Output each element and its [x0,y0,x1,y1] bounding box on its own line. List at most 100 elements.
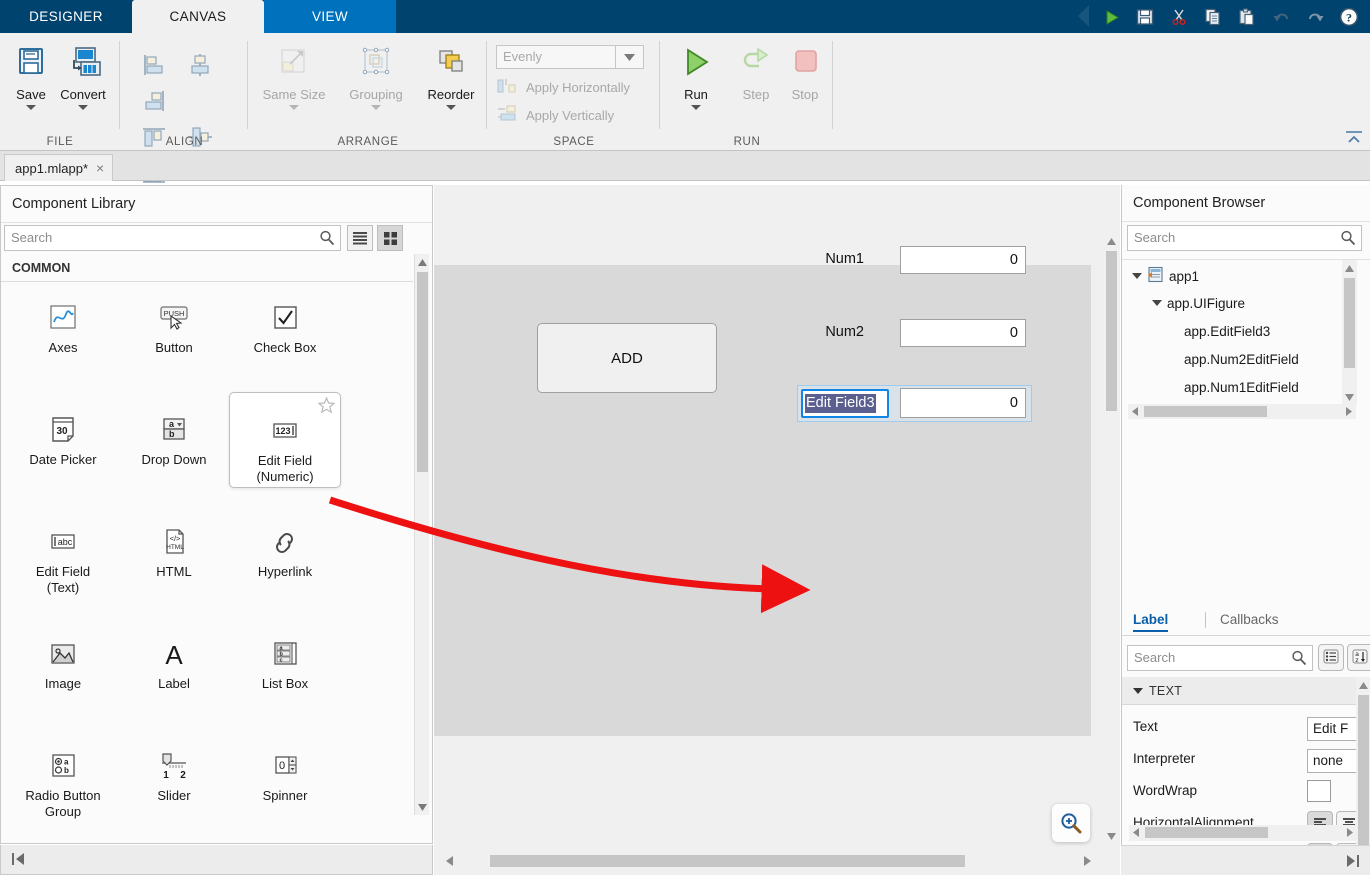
apply-horizontally-button[interactable]: Apply Horizontally [496,77,630,98]
section-header-text[interactable]: TEXT [1122,677,1370,705]
scroll-left-icon[interactable] [1129,406,1141,417]
scroll-thumb[interactable] [417,272,428,472]
component-item-check-box[interactable]: Check Box [229,292,341,356]
tree-node-app1[interactable]: app1 [1132,262,1199,290]
zoom-in-button[interactable] [1052,804,1090,842]
component-item-label-comp[interactable]: A Label [118,628,230,692]
undo-icon[interactable] [1268,4,1294,30]
scroll-left-icon[interactable] [442,855,456,867]
component-item-slider[interactable]: 1 2 Slider [118,740,230,804]
scroll-thumb[interactable] [1106,251,1117,411]
inspector-horizontal-scrollbar[interactable] [1129,825,1357,841]
dock-left-icon[interactable] [9,850,29,868]
tree-node-editfield3[interactable]: app.EditField3 [1184,317,1270,345]
component-browser-search-input[interactable]: Search [1127,225,1362,251]
grid-view-toggle[interactable] [377,225,403,251]
component-item-drop-down[interactable]: a b Drop Down [118,404,230,468]
editfield3-label-inline-editor[interactable]: Edit Field3 [801,389,889,418]
component-library-search-input[interactable]: Search [4,225,341,251]
tree-node-num2editfield[interactable]: app.Num2EditField [1184,345,1299,373]
expand-caret-icon[interactable] [1132,273,1142,279]
run-icon[interactable] [1098,4,1124,30]
canvas-vertical-scrollbar[interactable] [1104,233,1119,844]
alpha-sort-button[interactable]: a z [1347,644,1370,671]
tab-label[interactable]: Label [1133,612,1169,632]
component-item-hyperlink[interactable]: Hyperlink [229,516,341,580]
align-right-button[interactable] [133,83,175,119]
scroll-up-icon[interactable] [415,254,430,270]
chevron-down-icon[interactable] [615,46,643,68]
editfield3-edit-field[interactable]: 0 [900,388,1026,418]
component-item-radio-button-group[interactable]: a b Radio Button Group [7,740,119,820]
save-menu-caret-icon[interactable] [26,105,36,110]
same-size-button[interactable]: Same Size [255,39,333,110]
group-sort-button[interactable] [1318,644,1344,671]
expand-caret-icon[interactable] [1152,300,1162,306]
convert-menu-caret-icon[interactable] [78,105,88,110]
canvas-horizontal-scrollbar[interactable] [434,852,1104,870]
reorder-button[interactable]: Reorder [419,39,483,110]
component-item-image[interactable]: Image [7,628,119,692]
ribbon-collapse-icon[interactable] [1344,130,1364,147]
scroll-thumb[interactable] [490,855,965,867]
paste-icon[interactable] [1234,4,1260,30]
ribbon-tab-canvas[interactable]: CANVAS [132,0,264,33]
component-library-scrollbar[interactable] [414,254,429,815]
component-item-list-box[interactable]: a b c List Box [229,628,341,692]
apply-vertically-button[interactable]: Apply Vertically [496,105,614,126]
document-tab-app1[interactable]: app1.mlapp* × [4,154,114,181]
component-item-edit-field-numeric[interactable]: 123 Edit Field (Numeric) [229,392,341,488]
wordwrap-checkbox[interactable] [1307,780,1331,802]
align-left-button[interactable] [133,47,175,83]
run-menu-caret-icon[interactable] [691,105,701,110]
scroll-right-icon[interactable] [1080,855,1094,867]
scroll-thumb[interactable] [1144,406,1267,417]
align-center-button[interactable] [179,47,221,83]
ribbon-tab-designer[interactable]: DESIGNER [0,0,132,33]
component-item-axes[interactable]: Axes [7,292,119,356]
cut-icon[interactable] [1166,4,1192,30]
scroll-up-icon[interactable] [1104,233,1119,249]
scroll-up-icon[interactable] [1356,677,1370,693]
collapse-caret-icon[interactable] [1133,687,1143,694]
ribbon-tab-view[interactable]: VIEW [264,0,396,33]
tree-node-num1editfield[interactable]: app.Num1EditField [1184,373,1299,401]
save-icon[interactable] [1132,4,1158,30]
run-button[interactable]: Run [665,39,727,110]
component-item-html[interactable]: </> HTML HTML [118,516,230,580]
spacing-dropdown[interactable]: Evenly [496,45,644,69]
grouping-menu-caret-icon[interactable] [371,105,381,110]
component-item-button[interactable]: PUSH Button [118,292,230,356]
scroll-down-icon[interactable] [1342,389,1357,405]
inspector-search-input[interactable]: Search [1127,645,1313,671]
same-size-menu-caret-icon[interactable] [289,105,299,110]
scroll-right-icon[interactable] [1344,827,1356,838]
ui-figure[interactable]: ADD Num1 0 Num2 0 Edit Field3 0 [434,246,1091,736]
tab-callbacks[interactable]: Callbacks [1220,612,1279,627]
scroll-right-icon[interactable] [1343,406,1355,417]
design-canvas[interactable]: ADD Num1 0 Num2 0 Edit Field3 0 [434,185,1104,859]
scroll-down-icon[interactable] [415,799,430,815]
redo-icon[interactable] [1302,4,1328,30]
num1-edit-field[interactable]: 0 [900,246,1026,274]
scroll-thumb[interactable] [1145,827,1268,838]
reorder-menu-caret-icon[interactable] [446,105,456,110]
tree-node-uifigure[interactable]: app.UIFigure [1152,289,1245,317]
list-view-toggle[interactable] [347,225,373,251]
tree-horizontal-scrollbar[interactable] [1128,404,1356,419]
scroll-down-icon[interactable] [1104,828,1119,844]
scroll-thumb[interactable] [1344,278,1355,368]
scroll-up-icon[interactable] [1342,260,1357,276]
stop-button[interactable]: Stop [774,39,836,102]
num2-edit-field[interactable]: 0 [900,319,1026,347]
component-item-date-picker[interactable]: 30 Date Picker [7,404,119,468]
tree-vertical-scrollbar[interactable] [1342,260,1357,405]
scroll-left-icon[interactable] [1130,827,1142,838]
close-icon[interactable]: × [96,160,104,176]
help-icon[interactable]: ? [1336,4,1362,30]
add-button[interactable]: ADD [537,323,717,393]
grouping-button[interactable]: Grouping [337,39,415,110]
component-item-edit-field-text[interactable]: abc Edit Field (Text) [7,516,119,596]
favorite-star-icon[interactable] [317,396,336,417]
qat-collapse-arrow-icon[interactable] [1078,5,1089,27]
